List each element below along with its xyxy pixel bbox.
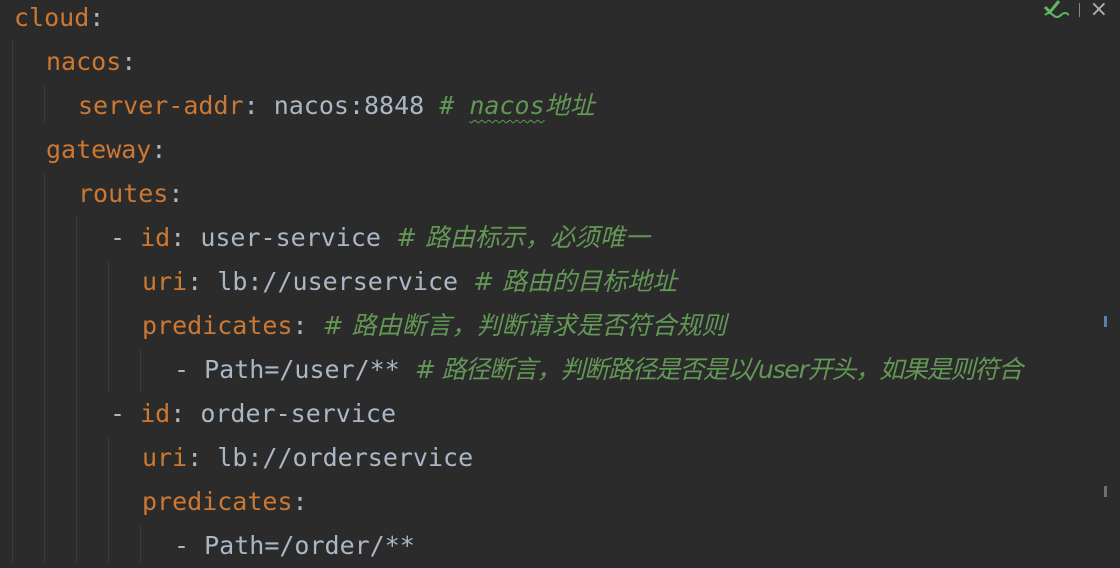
yaml-dash: -	[110, 223, 141, 252]
yaml-key: predicates	[142, 311, 293, 340]
check-icon[interactable]	[1043, 0, 1069, 21]
code-line[interactable]: server-addr: nacos:8848 # nacos地址	[78, 84, 595, 128]
indent-guide	[12, 40, 13, 564]
yaml-comment: # 路由的目标地址	[473, 267, 678, 296]
code-line[interactable]: predicates: # 路由断言，判断请求是否符合规则	[142, 304, 727, 348]
yaml-comment-text: 地址	[544, 91, 595, 120]
yaml-colon: :	[168, 179, 184, 208]
indent-guide	[108, 260, 109, 392]
yaml-colon: :	[89, 3, 105, 32]
yaml-colon: :	[170, 399, 186, 428]
code-line[interactable]: uri: lb://userservice # 路由的目标地址	[142, 260, 677, 304]
yaml-comment-typo-word: nacos	[469, 91, 545, 120]
indent-guide	[44, 84, 45, 124]
code-line[interactable]: - Path=/order/**	[174, 524, 415, 568]
yaml-comment-hash: #	[439, 91, 470, 120]
yaml-colon: :	[151, 135, 167, 164]
code-line[interactable]: nacos:	[46, 40, 136, 84]
scrollbar-marker[interactable]	[1104, 486, 1107, 497]
yaml-key: predicates	[142, 487, 293, 516]
yaml-key: id	[140, 399, 171, 428]
yaml-colon: :	[121, 47, 137, 76]
code-line[interactable]: - id: order-service	[110, 392, 396, 436]
yaml-colon: :	[292, 487, 308, 516]
indent-guide	[140, 524, 141, 564]
yaml-key: cloud	[14, 3, 90, 32]
yaml-value: Path=/order/**	[204, 531, 415, 560]
yaml-colon: :	[170, 223, 186, 252]
code-line[interactable]: gateway:	[46, 128, 166, 172]
yaml-value: user-service	[185, 223, 396, 252]
yaml-colon: :	[187, 443, 203, 472]
code-editor[interactable]: cloud: nacos: server-addr: nacos:8848 # …	[0, 0, 1120, 564]
yaml-value: order-service	[185, 399, 396, 428]
yaml-key: uri	[142, 267, 188, 296]
yaml-value: lb://orderservice	[202, 443, 474, 472]
code-line[interactable]: cloud:	[14, 0, 104, 40]
code-line[interactable]: - id: user-service # 路由标示，必须唯一	[110, 216, 650, 260]
yaml-dash: -	[174, 355, 205, 384]
yaml-key: nacos	[46, 47, 122, 76]
yaml-value: Path=/user/**	[204, 355, 415, 384]
code-line[interactable]: uri: lb://orderservice	[142, 436, 473, 480]
yaml-dash: -	[110, 399, 141, 428]
scrollbar-marker[interactable]	[1104, 316, 1107, 327]
yaml-comment: # 路由标示，必须唯一	[396, 223, 650, 252]
yaml-comment: # 路由断言，判断请求是否符合规则	[322, 311, 727, 340]
code-line[interactable]: predicates:	[142, 480, 308, 524]
code-line[interactable]: routes:	[78, 172, 183, 216]
toolbar-separator	[1078, 3, 1080, 17]
yaml-key: id	[140, 223, 171, 252]
yaml-colon: :	[187, 267, 203, 296]
yaml-key: server-addr	[78, 91, 244, 120]
yaml-key: routes	[78, 179, 169, 208]
yaml-dash: -	[174, 531, 205, 560]
yaml-value	[308, 311, 323, 340]
code-line[interactable]: - Path=/user/** # 路径断言，判断路径是否是以/user开头，如…	[174, 348, 1023, 392]
indent-guide	[108, 436, 109, 564]
indent-guide	[44, 172, 45, 564]
indent-guide	[140, 348, 141, 392]
yaml-colon: :	[243, 91, 259, 120]
indent-guide	[76, 216, 77, 564]
yaml-colon: :	[292, 311, 308, 340]
inspection-widget: ×	[1043, 0, 1120, 21]
close-icon[interactable]: ×	[1090, 0, 1108, 21]
yaml-value: nacos:8848	[258, 91, 440, 120]
yaml-value: lb://userservice	[202, 267, 474, 296]
yaml-key: uri	[142, 443, 188, 472]
yaml-comment: # 路径断言，判断路径是否是以/user开头，如果是则符合	[414, 355, 1023, 384]
yaml-key: gateway	[46, 135, 152, 164]
